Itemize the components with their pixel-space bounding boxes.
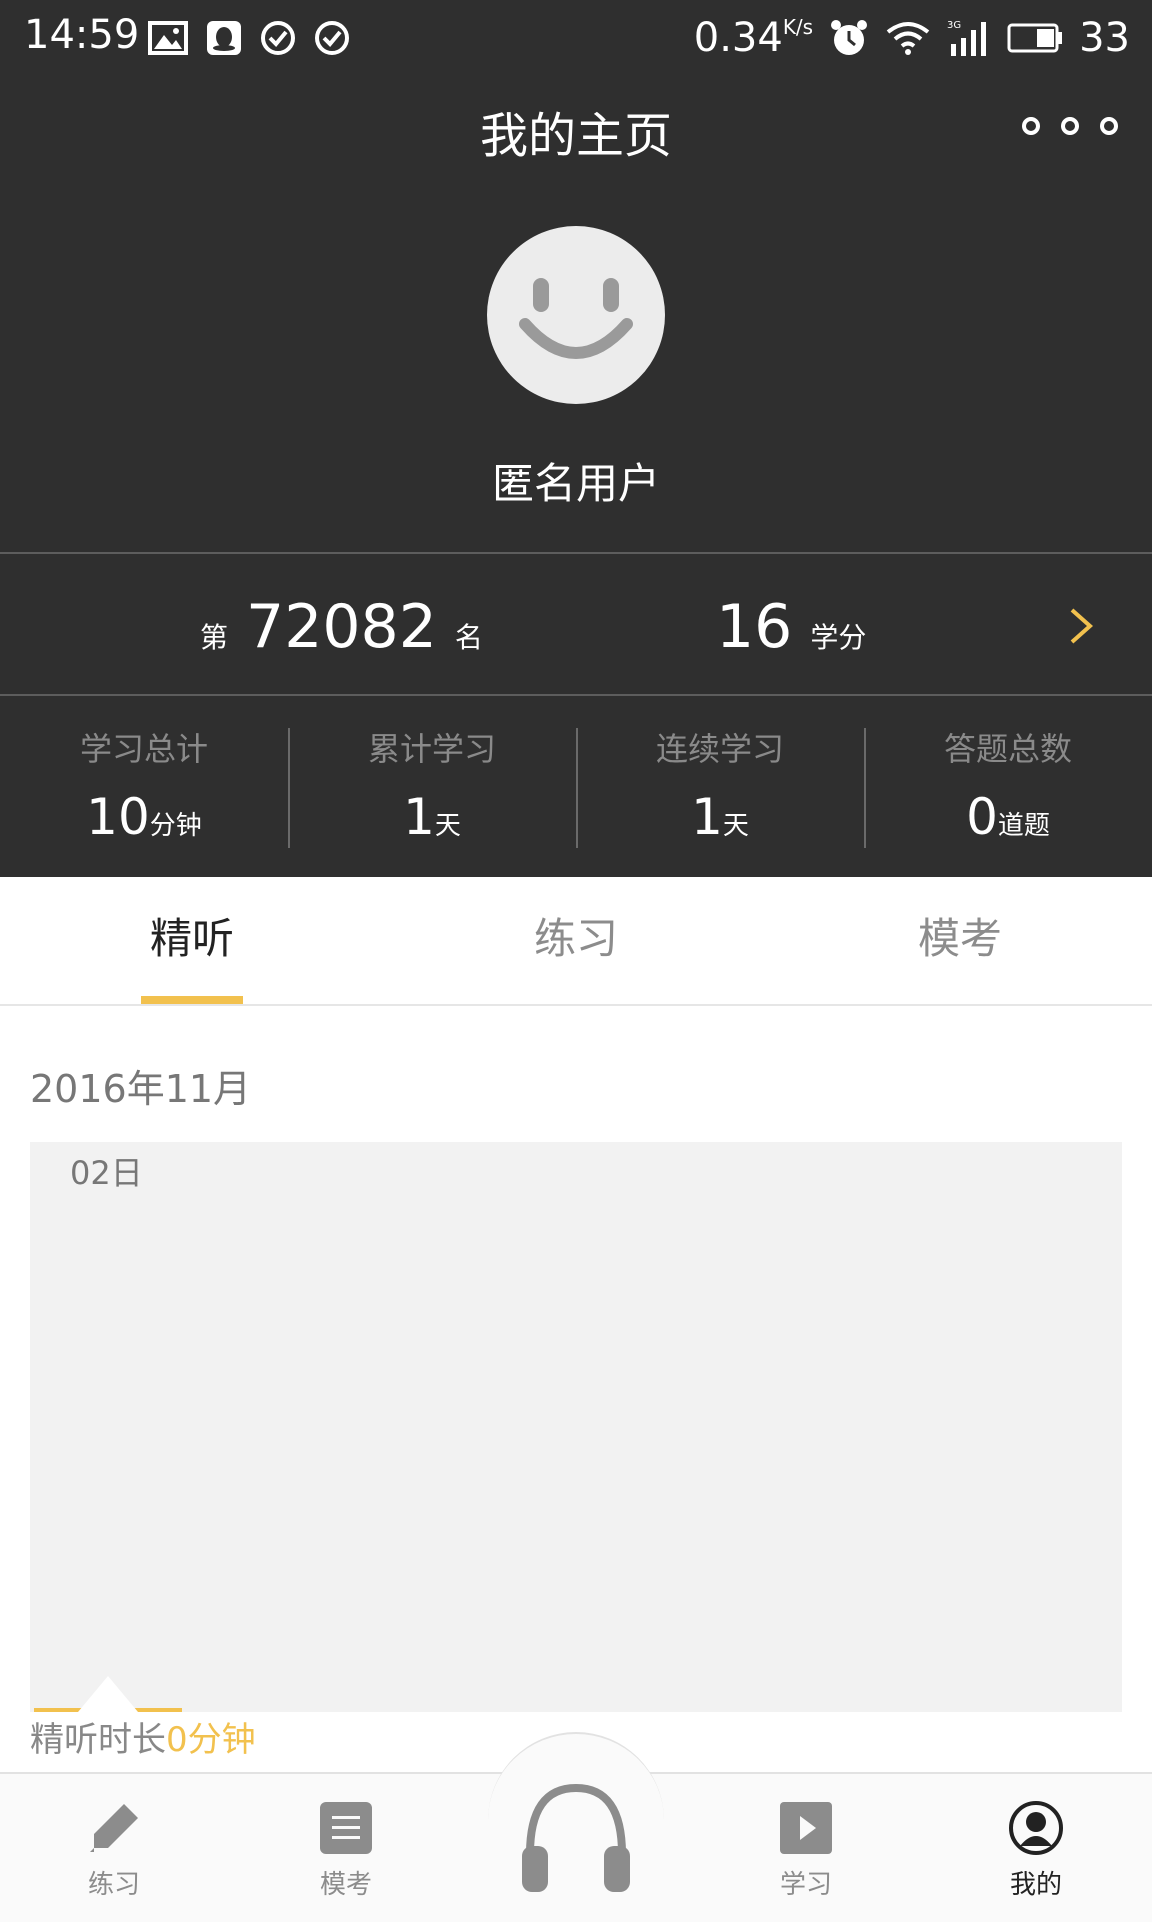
chevron-right-icon[interactable] <box>1060 604 1104 648</box>
stat-questions: 答题总数 0道题 <box>864 700 1152 876</box>
nav-mock-exam[interactable]: 模考 <box>286 1800 406 1901</box>
stat-streak-days: 连续学习 1天 <box>576 700 864 876</box>
credit-display[interactable]: 16 学分 <box>716 592 866 662</box>
listen-time: 精听时长0分钟 <box>30 1712 256 1761</box>
divider <box>0 552 1152 554</box>
alarm-icon <box>831 20 868 55</box>
stat-value: 0 <box>966 788 998 846</box>
speed-unit: K/s <box>782 15 814 39</box>
more-dots-icon[interactable] <box>1022 108 1118 144</box>
rank-suffix: 名 <box>454 621 483 654</box>
qq-icon <box>207 21 241 55</box>
stat-label: 连续学习 <box>655 730 784 768</box>
rank-value: 72082 <box>246 592 437 662</box>
svg-text:3G: 3G <box>947 20 961 31</box>
stat-unit: 分钟 <box>149 811 202 841</box>
listen-time-value: 0分钟 <box>166 1720 256 1760</box>
stat-total-days: 累计学习 1天 <box>288 700 576 876</box>
notification-icons <box>148 18 350 58</box>
listen-time-label: 精听时长 <box>30 1720 166 1760</box>
stat-value: 1 <box>403 788 435 846</box>
stat-label: 学习总计 <box>79 730 208 768</box>
stat-label: 答题总数 <box>943 730 1072 768</box>
nav-label: 学习 <box>779 1870 832 1900</box>
image-icon <box>148 21 188 55</box>
stat-unit: 道题 <box>997 811 1050 841</box>
play-icon <box>780 1802 832 1854</box>
month-heading: 2016年11月 <box>30 1067 252 1111</box>
credit-unit: 学分 <box>810 621 867 654</box>
list-doc-icon <box>320 1802 372 1854</box>
credit-value: 16 <box>716 592 793 662</box>
speed-value: 0.34 <box>693 15 783 61</box>
divider <box>0 694 1152 696</box>
avatar[interactable] <box>487 226 665 404</box>
network-speed: 0.34K/s <box>694 15 813 61</box>
day-label: 02日 <box>70 1154 143 1192</box>
pencil-icon <box>90 1804 138 1852</box>
tab-bar: 精听 练习 模考 <box>0 878 1152 1006</box>
nav-study[interactable]: 学习 <box>746 1800 866 1901</box>
nav-my[interactable]: 我的 <box>976 1800 1096 1901</box>
stat-label: 累计学习 <box>367 730 496 768</box>
stat-value: 10 <box>86 788 150 846</box>
username: 匿名用户 <box>491 459 660 508</box>
status-right: 0.34K/s 3G 33 <box>694 10 1130 66</box>
page-title: 我的主页 <box>479 108 672 164</box>
nav-label: 模考 <box>319 1870 372 1900</box>
signal-3g-icon: 3G <box>947 20 987 56</box>
rank-prefix: 第 <box>200 621 229 654</box>
tab-practice[interactable]: 练习 <box>384 878 768 1004</box>
tab-intensive-listening[interactable]: 精听 <box>0 878 384 1004</box>
nav-label: 我的 <box>1009 1870 1062 1900</box>
nav-practice[interactable]: 练习 <box>54 1800 174 1901</box>
wifi-icon <box>886 22 930 55</box>
check-circle-icon <box>261 21 295 55</box>
battery-percent: 33 <box>1079 15 1130 61</box>
check-circle-icon <box>315 21 349 55</box>
battery-icon <box>1007 23 1063 53</box>
status-bar: 14:59 0.34K/s 3G 33 <box>0 0 1152 76</box>
day-chart-panel[interactable]: 02日 <box>30 1142 1122 1712</box>
stat-value: 1 <box>691 788 723 846</box>
stat-unit: 天 <box>722 811 749 841</box>
user-icon <box>1009 1801 1063 1855</box>
day-pointer <box>78 1676 138 1712</box>
nav-label: 练习 <box>87 1870 140 1900</box>
status-time: 14:59 <box>24 12 140 58</box>
rank-display[interactable]: 第 72082 名 <box>200 592 483 662</box>
smiley-avatar-icon <box>519 278 633 359</box>
stat-unit: 天 <box>434 811 461 841</box>
study-stats: 学习总计 10分钟 累计学习 1天 连续学习 1天 答题总数 0道题 <box>0 700 1152 876</box>
headphones-icon[interactable] <box>516 1776 636 1896</box>
tab-mock-exam[interactable]: 模考 <box>768 878 1152 1004</box>
stat-total-time: 学习总计 10分钟 <box>0 700 288 876</box>
